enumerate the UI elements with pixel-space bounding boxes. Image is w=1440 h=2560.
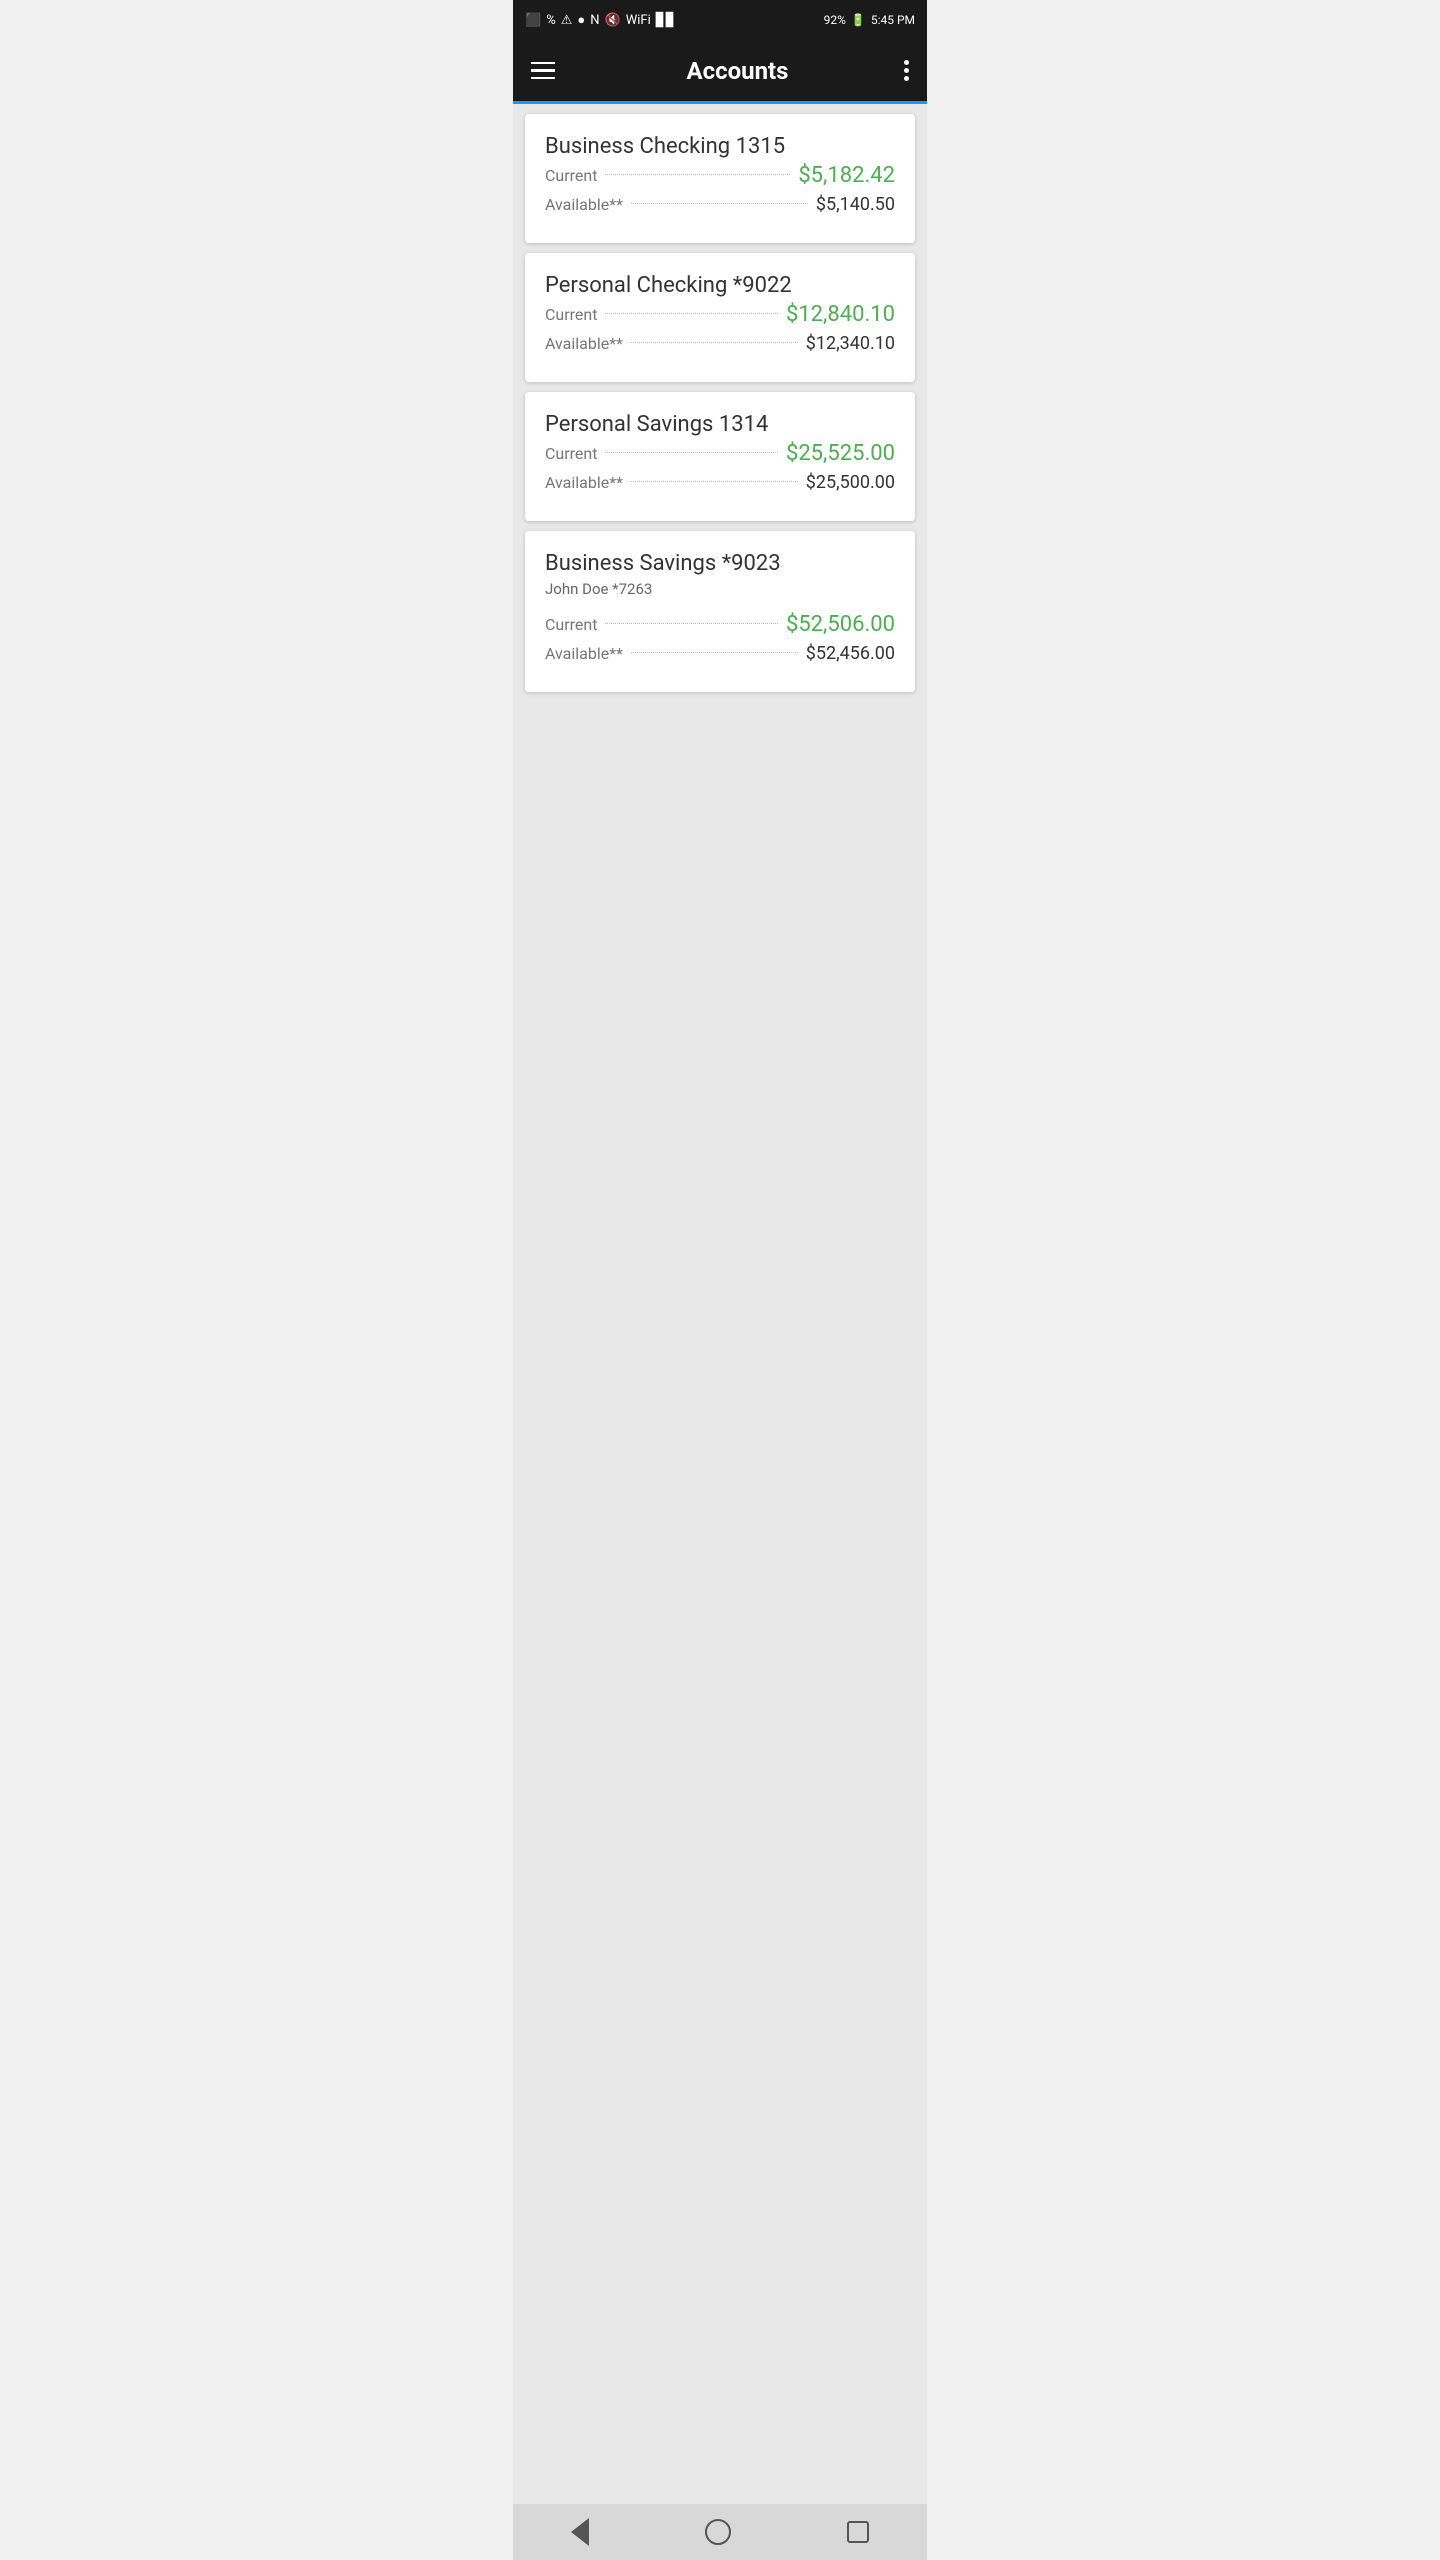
current-amount-1: $12,840.10 — [786, 302, 895, 327]
current-label-0: Current — [545, 166, 597, 185]
app-icon-1: ⬛ — [525, 13, 541, 28]
available-label-1: Available** — [545, 334, 623, 353]
dots-3a — [605, 623, 777, 624]
available-balance-row-3: Available** $52,456.00 — [545, 643, 895, 664]
home-button[interactable] — [685, 2509, 751, 2555]
account-name-2: Personal Savings 1314 — [545, 412, 895, 437]
page-title: Accounts — [686, 57, 788, 85]
status-info-right: 92% 🔋 5:45 PM — [824, 13, 915, 27]
available-label-3: Available** — [545, 644, 623, 663]
time: 5:45 PM — [871, 13, 915, 27]
available-label-2: Available** — [545, 473, 623, 492]
available-amount-1: $12,340.10 — [806, 333, 895, 354]
available-balance-row-2: Available** $25,500.00 — [545, 472, 895, 493]
bottom-navigation — [513, 2504, 927, 2560]
current-label-3: Current — [545, 615, 597, 634]
warning-icon: ⚠ — [561, 13, 573, 28]
available-amount-3: $52,456.00 — [806, 643, 895, 664]
dots-2a — [605, 452, 777, 453]
available-balance-row-1: Available** $12,340.10 — [545, 333, 895, 354]
dots-0b — [631, 203, 808, 204]
wifi-icon: WiFi — [626, 13, 651, 28]
app-bar: Accounts — [513, 40, 927, 104]
current-amount-0: $5,182.42 — [798, 163, 895, 188]
dots-1b — [631, 342, 798, 343]
current-balance-row-1: Current $12,840.10 — [545, 302, 895, 327]
more-options-button[interactable] — [904, 60, 909, 81]
account-name-3: Business Savings *9023 — [545, 551, 895, 576]
home-icon — [705, 2519, 731, 2545]
status-icons-left: ⬛ % ⚠ ● N 🔇 WiFi ▊▊ — [525, 12, 676, 28]
account-name-0: Business Checking 1315 — [545, 134, 895, 159]
account-name-1: Personal Checking *9022 — [545, 273, 895, 298]
available-amount-0: $5,140.50 — [816, 194, 895, 215]
current-amount-3: $52,506.00 — [786, 612, 895, 637]
bluetooth-icon: ● — [577, 12, 585, 28]
dots-2b — [631, 481, 798, 482]
recents-icon — [847, 2521, 869, 2543]
current-balance-row-3: Current $52,506.00 — [545, 612, 895, 637]
status-bar: ⬛ % ⚠ ● N 🔇 WiFi ▊▊ 92% 🔋 5:45 PM — [513, 0, 927, 40]
current-amount-2: $25,525.00 — [786, 441, 895, 466]
signal-icon: ▊▊ — [656, 13, 676, 28]
back-button[interactable] — [551, 2508, 609, 2556]
current-balance-row-0: Current $5,182.42 — [545, 163, 895, 188]
back-icon — [571, 2518, 589, 2546]
account-card-1[interactable]: Personal Checking *9022 Current $12,840.… — [525, 253, 915, 382]
current-label-2: Current — [545, 444, 597, 463]
hamburger-menu-button[interactable] — [531, 62, 555, 80]
account-card-0[interactable]: Business Checking 1315 Current $5,182.42… — [525, 114, 915, 243]
accounts-list: Business Checking 1315 Current $5,182.42… — [513, 104, 927, 2504]
current-balance-row-2: Current $25,525.00 — [545, 441, 895, 466]
dots-1a — [605, 313, 777, 314]
percent-icon: % — [546, 13, 556, 28]
battery-icon: 🔋 — [851, 13, 866, 27]
dots-3b — [631, 652, 798, 653]
available-label-0: Available** — [545, 195, 623, 214]
account-card-3[interactable]: Business Savings *9023 John Doe *7263 Cu… — [525, 531, 915, 692]
mute-icon: 🔇 — [605, 13, 621, 28]
account-sub-3: John Doe *7263 — [545, 580, 895, 598]
available-balance-row-0: Available** $5,140.50 — [545, 194, 895, 215]
battery-percent: 92% — [824, 13, 846, 27]
dots-0a — [605, 174, 790, 175]
nfc-icon: N — [590, 13, 599, 28]
account-card-2[interactable]: Personal Savings 1314 Current $25,525.00… — [525, 392, 915, 521]
available-amount-2: $25,500.00 — [806, 472, 895, 493]
current-label-1: Current — [545, 305, 597, 324]
recents-button[interactable] — [827, 2511, 889, 2553]
